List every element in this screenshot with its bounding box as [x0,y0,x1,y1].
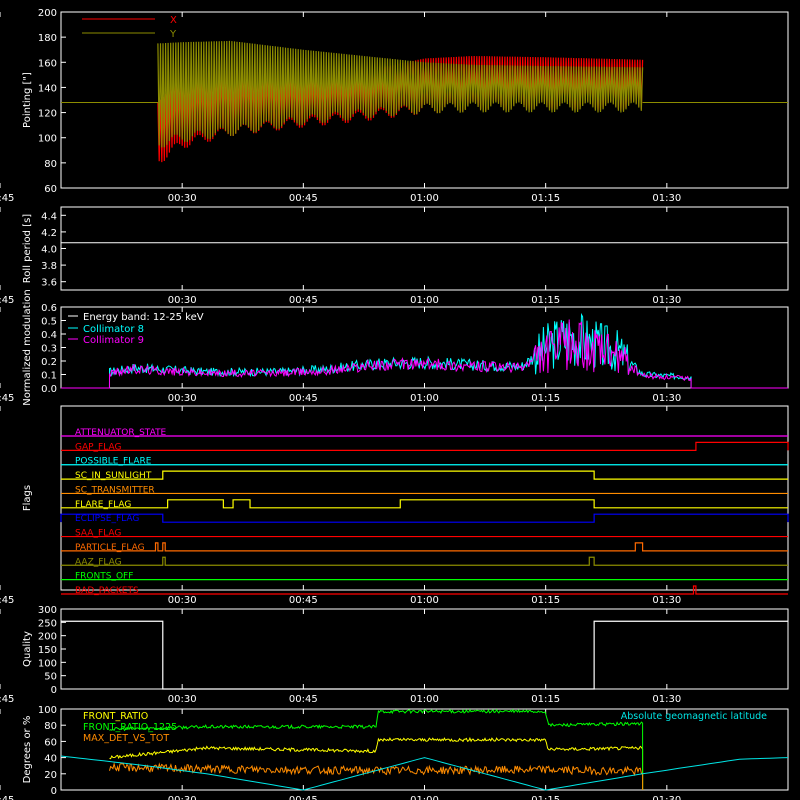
flags-flag-label-3: SC_IN_SUNLIGHT [75,471,152,481]
pointing-xtick-label: 00:45 [289,193,318,204]
ratios-legend-label-0: FRONT_RATIO [83,711,148,722]
roll-ytick-label: 4.4 [41,211,57,222]
modulation-annotation: Energy band: 12-25 keV [83,312,204,323]
modulation-ylabel: Normalized modulation [22,289,33,406]
roll-xtick-label: 00:30 [168,295,197,306]
pointing-xtick-label: 01:45 [0,193,14,204]
pointing-legend-label-0: X [170,15,177,26]
quality-ytick-label: 0 [51,685,57,696]
flags-flag-label-6: ECLIPSE_FLAG [75,514,139,524]
modulation-legend-label-0: Collimator 8 [83,324,144,335]
roll-ytick-label: 3.8 [41,261,57,272]
flags-flag-label-8: PARTICLE_FLAG [75,543,145,553]
quality-xtick-label: 01:45 [0,694,14,705]
modulation-ytick-label: 0.3 [41,344,57,355]
ratios-xtick-label: 01:00 [410,795,439,800]
pointing-xtick-label: 01:30 [652,193,681,204]
flags-flag-label-10: FRONTS_OFF [75,572,133,582]
pointing-ytick-label: 120 [38,109,57,120]
pointing-ytick-label: 100 [38,134,57,145]
flags-flag-label-5: FLARE_FLAG [75,500,131,510]
flags-flag-label-2: POSSIBLE_FLARE [75,457,152,467]
modulation-ytick-label: 0.4 [41,330,57,341]
pointing-ytick-label: 60 [44,184,57,195]
quality-xtick-label: 01:15 [531,694,560,705]
quality-ytick-label: 200 [38,632,57,643]
modulation-xtick-label: 00:45 [289,393,318,404]
ratios-ytick-label: 40 [44,754,57,765]
roll-ytick-label: 4.0 [41,245,57,256]
ratios-xtick-label: 01:15 [531,795,560,800]
modulation-ytick-label: 0.5 [41,317,57,328]
quality-ytick-label: 150 [38,645,57,656]
quality-ytick-label: 100 [38,658,57,669]
hessi-summary-figure: 00:30 00:45 01:00 01:15 01:30 01:45 Pointing [… [0,0,800,800]
flags-flag-label-11: BAD_PACKETS [75,586,139,596]
ratios-ytick-label: 80 [44,721,57,732]
ratios-ytick-label: 100 [38,705,57,716]
flags-xtick-label: 01:00 [410,595,439,606]
flags-flag-label-1: GAP_FLAG [75,442,121,452]
flags-ylabel: Flags [22,485,33,511]
roll-xtick-label: 01:30 [652,295,681,306]
ratios-xtick-label: 00:45 [289,795,318,800]
quality-xtick-label: 00:45 [289,694,318,705]
roll-xtick-label: 00:45 [289,295,318,306]
ratios-xtick-label: 00:30 [168,795,197,800]
ratios-ytick-label: 60 [44,737,57,748]
ratios-xtick-label: 01:30 [652,795,681,800]
roll-xtick-label: 01:15 [531,295,560,306]
pointing-ytick-label: 200 [38,8,57,19]
quality-xtick-label: 01:00 [410,694,439,705]
roll-ytick-label: 4.2 [41,228,57,239]
quality-xtick-label: 01:30 [652,694,681,705]
quality-ytick-label: 50 [44,672,57,683]
flags-xtick-label: 00:30 [168,595,197,606]
roll-xtick-label: 01:00 [410,295,439,306]
pointing-ylabel: Pointing ["] [22,72,33,128]
pointing-legend-label-1: Y [169,29,177,40]
flags-flag-label-9: AAZ_FLAG [75,557,122,567]
flags-flag-label-0: ATTENUATOR_STATE [75,428,167,438]
modulation-xtick-label: 01:00 [410,393,439,404]
modulation-ytick-label: 0.0 [41,384,57,395]
modulation-xtick-label: 01:45 [0,393,14,404]
modulation-xtick-label: 00:30 [168,393,197,404]
quality-xtick-label: 00:30 [168,694,197,705]
modulation-xtick-label: 01:30 [652,393,681,404]
ratios-legend-label-1: FRONT_RATIO_1225 [83,722,177,733]
flags-xtick-label: 01:15 [531,595,560,606]
flags-xtick-label: 00:45 [289,595,318,606]
ratios-legend-label-2: MAX_DET_VS_TOT [83,733,169,744]
pointing-xtick-label: 00:30 [168,193,197,204]
flags-flag-label-4: SC_TRANSMITTER [75,485,155,495]
roll-ytick-label: 3.6 [41,278,57,289]
modulation-ytick-label: 0.6 [41,303,57,314]
pointing-ytick-label: 180 [38,33,57,44]
quality-ylabel: Quality [22,631,33,667]
pointing-ytick-label: 160 [38,58,57,69]
roll-xtick-label: 01:45 [0,295,14,306]
ratios-ytick-label: 0 [51,786,57,797]
modulation-ytick-label: 0.2 [41,357,57,368]
flags-flag-label-7: SAA_FLAG [75,529,121,539]
ratios-ytick-label: 20 [44,770,57,781]
modulation-legend-label-1: Collimator 9 [83,335,144,346]
ratios-legend-label-3: Absolute geomagnetic latitude [621,711,767,722]
flags-xtick-label: 01:30 [652,595,681,606]
modulation-ytick-label: 0.1 [41,371,57,382]
ratios-ylabel: Degrees or % [22,716,33,784]
quality-ytick-label: 300 [38,605,57,616]
quality-ytick-label: 250 [38,618,57,629]
pointing-ytick-label: 80 [44,159,57,170]
pointing-xtick-label: 01:00 [410,193,439,204]
ratios-xtick-label: 01:45 [0,795,14,800]
pointing-ytick-label: 140 [38,83,57,94]
flags-xtick-label: 01:45 [0,595,14,606]
modulation-xtick-label: 01:15 [531,393,560,404]
roll-ylabel: Roll period [s] [22,214,33,283]
pointing-xtick-label: 01:15 [531,193,560,204]
